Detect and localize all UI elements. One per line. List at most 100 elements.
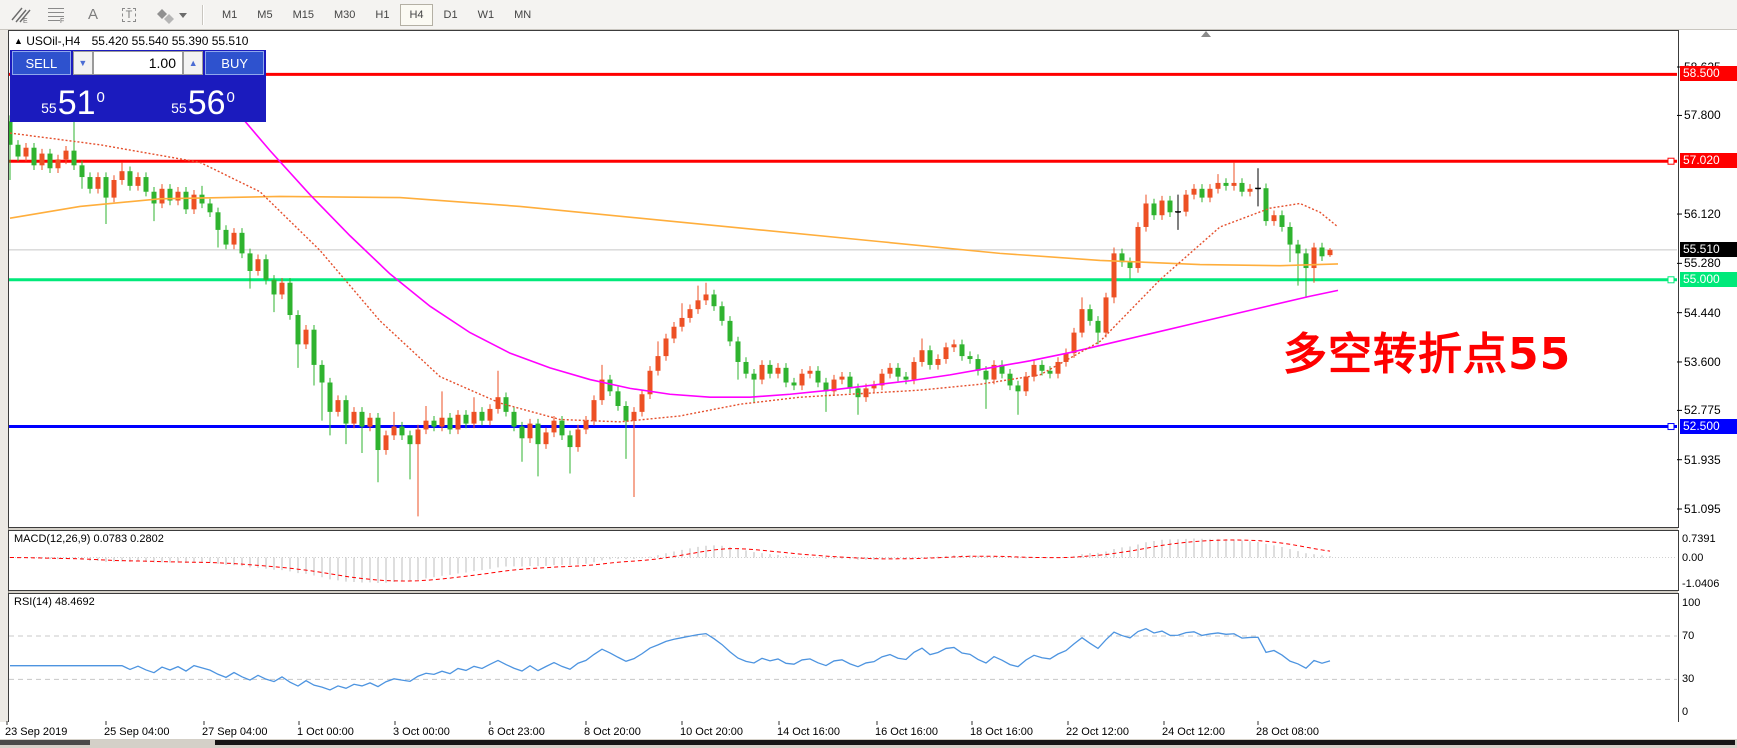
date-label: 24 Oct 12:00 xyxy=(1162,726,1225,738)
candle-body xyxy=(439,417,445,427)
candle-body xyxy=(1199,188,1205,198)
candle-body xyxy=(1327,249,1333,256)
candle-body xyxy=(815,370,821,383)
candle-body xyxy=(399,426,405,436)
candle-body xyxy=(207,203,213,213)
candle-body xyxy=(279,282,285,295)
candle-body xyxy=(191,194,197,210)
ask-integer: 55 xyxy=(171,100,187,116)
price-badge: 55.000 xyxy=(1680,271,1737,287)
price-tick-label: 56.120 xyxy=(1684,207,1721,222)
candle-body xyxy=(367,417,373,427)
candle-body xyxy=(623,405,629,421)
macd-scale-label: -1.0406 xyxy=(1682,578,1720,591)
candle-body xyxy=(199,194,205,204)
candle-body xyxy=(183,191,189,210)
candle-body xyxy=(1079,309,1085,333)
candle-body xyxy=(1319,247,1325,257)
candle-body xyxy=(911,361,917,380)
date-label: 23 Sep 2019 xyxy=(5,726,68,738)
candle-body xyxy=(295,315,301,345)
candle-body xyxy=(519,426,525,439)
candle-body xyxy=(935,359,941,365)
candle-body xyxy=(311,329,317,365)
candle-body xyxy=(383,435,389,451)
candle-body xyxy=(1143,203,1149,227)
candle-body xyxy=(895,367,901,377)
price-badge: 55.510 xyxy=(1680,241,1737,257)
candle-body xyxy=(511,411,517,427)
candle-body xyxy=(335,400,341,412)
bid-pips: 51 xyxy=(57,84,96,122)
candle-body xyxy=(23,147,29,157)
macd-signal-line xyxy=(9,539,1331,582)
candle-body xyxy=(791,382,797,386)
date-label: 1 Oct 00:00 xyxy=(297,726,354,738)
candle-body xyxy=(855,388,861,398)
candle-body xyxy=(655,356,661,371)
candle-body xyxy=(743,361,749,374)
candle-body xyxy=(487,408,493,421)
candle-body xyxy=(679,317,685,327)
chart-symbol-header: ▲ USOil-,H4 55.420 55.540 55.390 55.510 xyxy=(14,34,248,48)
candle-body xyxy=(631,411,637,421)
candle-body xyxy=(1215,182,1221,189)
candle-body xyxy=(615,391,621,406)
volume-decrease-button[interactable]: ▼ xyxy=(72,51,93,75)
candle-body xyxy=(159,188,165,204)
candle-body xyxy=(135,177,141,186)
candle-body xyxy=(239,232,245,254)
scrollbar-left-segment[interactable] xyxy=(0,740,90,745)
ma-magenta-line xyxy=(229,103,1339,398)
bid-price-tile[interactable]: 55 51 0 xyxy=(10,76,136,122)
candle-body xyxy=(423,420,429,430)
candle-body xyxy=(375,417,381,451)
candle-body xyxy=(951,344,957,348)
candle-body xyxy=(263,259,269,280)
candle-body xyxy=(463,414,469,424)
candle-body xyxy=(1015,385,1021,392)
ask-point: 0 xyxy=(226,89,235,106)
candle-body xyxy=(471,411,477,424)
price-tick-label: 54.440 xyxy=(1684,305,1721,320)
volume-input[interactable] xyxy=(93,51,183,75)
volume-increase-button[interactable]: ▲ xyxy=(183,51,204,75)
date-label: 25 Sep 04:00 xyxy=(104,726,170,738)
candle-body xyxy=(255,259,261,271)
candle-body xyxy=(591,400,597,421)
candle-body xyxy=(783,367,789,383)
scrollbar-thumb[interactable] xyxy=(215,740,1735,745)
candle-body xyxy=(47,153,53,169)
candle-body xyxy=(1303,253,1309,269)
candle-body xyxy=(1207,188,1213,198)
candle-body xyxy=(575,429,581,448)
candle-body xyxy=(319,364,325,383)
candle-body xyxy=(359,411,365,427)
candle-body xyxy=(799,373,805,386)
rsi-scale-label: 70 xyxy=(1682,629,1695,642)
candle-body xyxy=(1279,215,1285,227)
candle-body xyxy=(967,356,973,360)
candle-body xyxy=(103,177,109,198)
date-label: 8 Oct 20:00 xyxy=(584,726,641,738)
candle-body xyxy=(919,350,925,362)
candle-body xyxy=(479,411,485,421)
ask-price-tile[interactable]: 55 56 0 xyxy=(140,76,266,122)
sell-button[interactable]: SELL xyxy=(12,51,71,75)
candle-body xyxy=(767,364,773,374)
date-label: 18 Oct 16:00 xyxy=(970,726,1033,738)
candle-body xyxy=(215,212,221,230)
price-shift-marker-icon xyxy=(1201,31,1211,37)
candle-body xyxy=(671,326,677,339)
candle-body xyxy=(1247,188,1253,192)
candle-body xyxy=(607,379,613,392)
chart-annotation-text[interactable]: 多空转折点55 xyxy=(1283,318,1571,382)
candle-body xyxy=(687,309,693,318)
buy-button[interactable]: BUY xyxy=(205,51,264,75)
candle-body xyxy=(1039,364,1045,371)
rsi-scale-label: 30 xyxy=(1682,673,1695,686)
date-label: 6 Oct 23:00 xyxy=(488,726,545,738)
candle-body xyxy=(1223,182,1229,186)
candle-body xyxy=(455,414,461,430)
candle-body xyxy=(719,306,725,321)
